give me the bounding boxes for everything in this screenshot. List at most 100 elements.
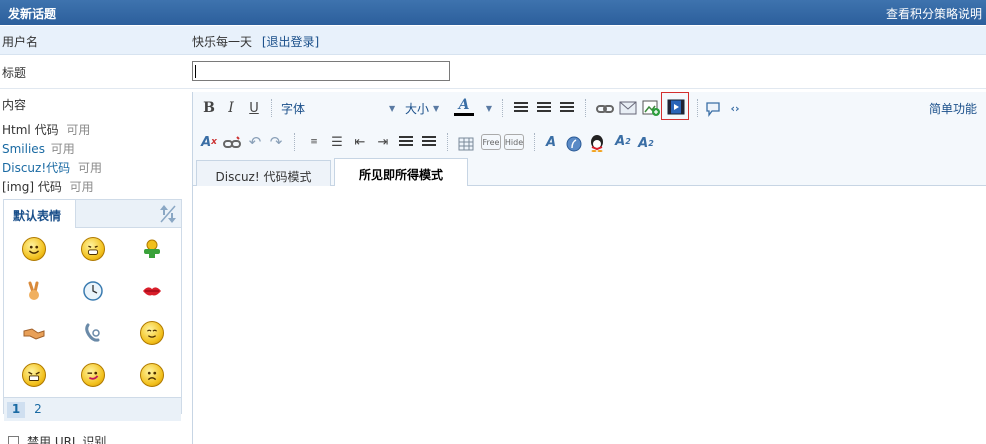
bullet-list-icon[interactable]: ☰ — [329, 132, 345, 152]
username-label: 用户名 — [2, 35, 39, 49]
chevron-down-icon[interactable]: ▼ — [484, 98, 494, 118]
size-select-label: 大小 — [405, 101, 430, 116]
toolbar-separator — [585, 99, 586, 117]
img-code-status: [img] 代码 可用 — [2, 178, 94, 195]
size-select[interactable]: 大小 ▼ — [405, 98, 445, 118]
toolbar-separator — [534, 133, 535, 151]
ordered-list-icon[interactable]: ≡ — [306, 132, 322, 152]
smilies-panel: 默认表情 1 2 — [3, 199, 182, 421]
logout-link[interactable]: [退出登录] — [262, 35, 319, 49]
discuz-code-status: Discuz!代码 可用 — [2, 159, 102, 176]
tab-discuz-code-mode[interactable]: Discuz! 代码模式 — [196, 160, 331, 186]
discuz-code-link[interactable]: Discuz!代码 — [2, 161, 70, 175]
media-icon — [667, 99, 685, 115]
italic-button[interactable]: I — [223, 98, 239, 118]
align-center-icon[interactable] — [536, 98, 552, 118]
handshake-icon[interactable] — [22, 321, 46, 345]
smilies-pagination: 1 2 — [4, 397, 181, 421]
qq-icon[interactable] — [589, 133, 605, 153]
image-icon[interactable] — [642, 98, 660, 118]
undo-icon[interactable]: ↶ — [247, 132, 263, 152]
grin-icon[interactable] — [81, 237, 105, 261]
unlink-icon[interactable] — [223, 134, 241, 154]
subscript-icon[interactable]: A2 — [637, 133, 655, 153]
username-value: 快乐每一天 [退出登录] — [192, 33, 319, 50]
subject-row: 标题 — [0, 56, 986, 89]
subject-label: 标题 — [2, 66, 27, 80]
flash-icon[interactable] — [566, 134, 582, 154]
html-code-label: Html 代码 — [2, 123, 59, 137]
underline-button[interactable]: U — [246, 98, 262, 118]
superscript-icon[interactable]: A2 — [614, 131, 632, 151]
sad-icon[interactable] — [140, 363, 164, 387]
media-button-highlight[interactable] — [661, 92, 689, 120]
email-icon[interactable] — [619, 98, 637, 118]
smile-icon[interactable] — [22, 237, 46, 261]
discuz-code-state: 可用 — [77, 161, 102, 175]
message-textarea[interactable] — [193, 186, 986, 444]
img-code-state: 可用 — [69, 180, 94, 194]
font-style-icon[interactable]: A — [543, 132, 559, 152]
toolbar-separator — [697, 99, 698, 117]
outdent-icon[interactable]: ⇤ — [352, 132, 368, 152]
float-right-icon[interactable] — [421, 132, 437, 152]
smilies-status: Smilies 可用 — [2, 140, 75, 157]
disable-url-checkbox[interactable] — [8, 436, 19, 444]
shy-icon[interactable] — [140, 321, 164, 345]
chevron-down-icon: ▼ — [433, 103, 440, 113]
tab-wysiwyg-mode[interactable]: 所见即所得模式 — [334, 158, 468, 187]
remove-format-icon[interactable]: Ax — [200, 132, 218, 152]
hug-icon[interactable] — [140, 237, 164, 261]
lips-icon[interactable] — [140, 279, 164, 303]
phone-icon[interactable] — [81, 321, 105, 345]
code-icon[interactable]: ‹› — [727, 98, 743, 118]
img-code-label: [img] 代码 — [2, 180, 62, 194]
smilies-state: 可用 — [50, 142, 75, 156]
subject-input[interactable] — [192, 61, 450, 81]
expand-smilies-icon[interactable] — [158, 203, 178, 225]
subscript-label: A — [638, 135, 649, 151]
link-icon[interactable] — [596, 99, 614, 119]
smilies-page-2[interactable]: 2 — [29, 402, 47, 418]
page-title: 发新话题 — [8, 7, 57, 21]
cry-icon[interactable] — [22, 363, 46, 387]
editor-toolbar: B I U 字体 ▼ 大小 ▼ A ▼ ‹› 简单功能 Ax ↶ ↷ ≡ ☰ ⇤… — [193, 92, 986, 158]
simple-mode-link[interactable]: 简单功能 — [929, 100, 977, 117]
content-sidebar: 内容 Html 代码 可用 Smilies 可用 Discuz!代码 可用 [i… — [0, 90, 190, 444]
clock-icon[interactable] — [81, 279, 105, 303]
title-bar: 发新话题 查看积分策略说明 — [0, 0, 986, 25]
toolbar-separator — [271, 99, 272, 117]
align-lines — [514, 102, 528, 114]
bold-button[interactable]: B — [201, 98, 217, 118]
font-color-icon: A — [458, 96, 470, 113]
disable-url-label: 禁用 URL 识别 — [27, 435, 107, 444]
smilies-page-1[interactable]: 1 — [7, 402, 25, 418]
chevron-down-icon: ▼ — [389, 103, 396, 113]
indent-icon[interactable]: ⇥ — [375, 132, 391, 152]
hide-button[interactable]: Hide — [504, 134, 524, 150]
table-icon[interactable] — [458, 134, 474, 154]
font-color-button[interactable]: A — [453, 96, 475, 116]
victory-icon[interactable] — [22, 279, 46, 303]
superscript-label: A — [615, 133, 626, 149]
content-label: 内容 — [2, 98, 27, 112]
free-button[interactable]: Free — [481, 134, 501, 150]
post-editor: B I U 字体 ▼ 大小 ▼ A ▼ ‹› 简单功能 Ax ↶ ↷ ≡ ☰ ⇤… — [192, 92, 986, 444]
wink-icon[interactable] — [81, 363, 105, 387]
redo-icon[interactable]: ↷ — [268, 132, 284, 152]
smilies-tabs: 默认表情 — [4, 200, 181, 228]
align-left-icon[interactable] — [513, 98, 529, 118]
toolbar-separator — [502, 99, 503, 117]
quote-icon[interactable] — [705, 99, 721, 119]
disable-url-option[interactable]: 禁用 URL 识别 — [8, 433, 106, 444]
editor-mode-tabs: Discuz! 代码模式 所见即所得模式 — [193, 158, 986, 187]
align-right-icon[interactable] — [559, 98, 575, 118]
credit-policy-link[interactable]: 查看积分策略说明 — [886, 5, 982, 22]
smilies-link[interactable]: Smilies — [2, 142, 45, 156]
float-left-icon[interactable] — [398, 132, 414, 152]
username: 快乐每一天 — [192, 35, 253, 49]
html-code-status: Html 代码 可用 — [2, 121, 90, 138]
align-lines — [422, 136, 436, 148]
smilies-tab-default[interactable]: 默认表情 — [4, 200, 76, 228]
font-select[interactable]: 字体 ▼ — [281, 98, 401, 118]
